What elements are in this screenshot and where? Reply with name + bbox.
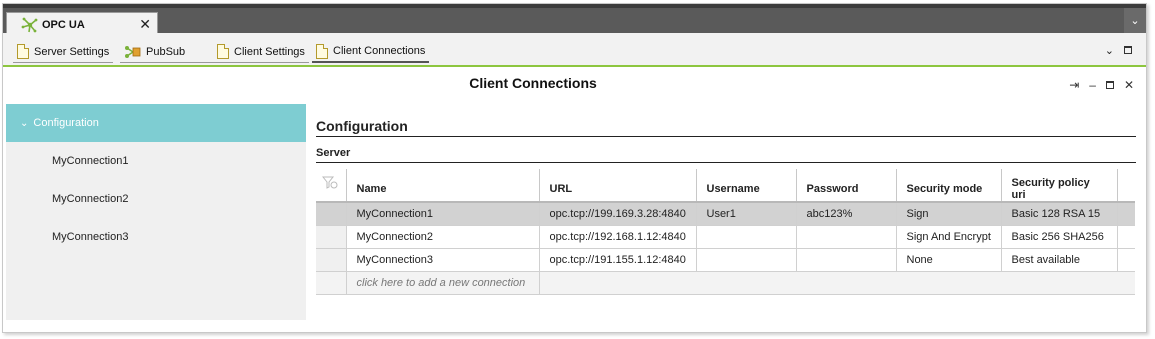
view-header: Client Connections ⇥ – ✕ — [3, 67, 1146, 97]
pin-icon[interactable]: ⇥ — [1069, 78, 1079, 92]
nav-item-myconnection3[interactable]: MyConnection3 — [6, 218, 306, 256]
subsection-title: Server — [316, 147, 1136, 163]
toolbar-item-label: Server Settings — [34, 45, 110, 58]
nav-item-configuration[interactable]: ⌄ Configuration — [6, 104, 306, 142]
cell-password[interactable]: abc123% — [795, 202, 896, 226]
table-row[interactable]: MyConnection2 opc.tcp://192.168.1.12:484… — [316, 225, 1135, 249]
window-frame: OPC UA ✕ ⌄ Server Settings PubSub Client… — [2, 3, 1147, 333]
navigation-tree: ⌄ Configuration MyConnection1 MyConnecti… — [6, 104, 306, 320]
document-icon — [316, 43, 328, 59]
cell-security-policy-uri[interactable]: Basic 256 SHA256 — [1000, 225, 1117, 249]
row-spacer — [1116, 248, 1135, 272]
column-header-security-policy-uri[interactable]: Security policy uri — [1000, 169, 1117, 203]
toolbar-server-settings[interactable]: Server Settings — [13, 41, 114, 63]
header-spacer — [1116, 169, 1135, 203]
cell-password[interactable] — [795, 225, 896, 249]
tab-label: OPC UA — [42, 19, 85, 31]
table-row[interactable]: MyConnection1 opc.tcp://199.169.3.28:484… — [316, 202, 1135, 226]
connections-table: Name URL Username Password Security mode… — [316, 169, 1135, 295]
cell-security-mode[interactable]: Sign — [895, 202, 1001, 226]
pubsub-icon — [125, 45, 141, 58]
row-spacer — [1116, 225, 1135, 249]
table-row[interactable]: MyConnection3 opc.tcp://191.155.1.12:484… — [316, 248, 1135, 272]
add-connection-placeholder[interactable]: click here to add a new connection — [345, 271, 539, 295]
document-icon — [17, 44, 29, 59]
toolbar-client-connections[interactable]: Client Connections — [312, 41, 430, 63]
tab-overflow-chevron-icon[interactable]: ⌄ — [1124, 8, 1146, 33]
table-header-row: Name URL Username Password Security mode… — [316, 169, 1135, 203]
chevron-down-icon[interactable]: ⌄ — [20, 118, 28, 129]
cell-url[interactable]: opc.tcp://199.169.3.28:4840 — [538, 202, 696, 226]
opc-ua-icon — [21, 17, 38, 33]
column-header-username[interactable]: Username — [695, 169, 796, 203]
toolbar-item-label: Client Connections — [333, 45, 426, 57]
cell-username[interactable] — [695, 225, 796, 249]
tab-bar: OPC UA ✕ ⌄ — [3, 4, 1146, 37]
row-selector — [316, 271, 346, 295]
row-spacer — [1116, 202, 1135, 226]
column-header-name[interactable]: Name — [345, 169, 539, 203]
column-header-password[interactable]: Password — [795, 169, 896, 203]
row-selector[interactable] — [316, 202, 346, 226]
section-title: Configuration — [316, 104, 1136, 137]
nav-item-myconnection1[interactable]: MyConnection1 — [6, 142, 306, 180]
cell-name[interactable]: MyConnection3 — [345, 248, 539, 272]
close-icon[interactable]: ✕ — [139, 17, 151, 31]
cell-name[interactable]: MyConnection1 — [345, 202, 539, 226]
cell-security-policy-uri[interactable]: Basic 128 RSA 15 — [1000, 202, 1117, 226]
cell-username[interactable] — [695, 248, 796, 272]
nav-item-label: Configuration — [33, 117, 99, 129]
cell-url[interactable]: opc.tcp://192.168.1.12:4840 — [538, 225, 696, 249]
view-controls: ⇥ – ✕ — [1069, 78, 1134, 92]
main-panel: Configuration Server Name URL Username P… — [316, 104, 1136, 295]
add-row-filler — [538, 271, 1135, 295]
cell-username[interactable]: User1 — [695, 202, 796, 226]
toolbar-item-label: Client Settings — [234, 45, 305, 58]
filter-column[interactable] — [316, 169, 346, 203]
cell-security-policy-uri[interactable]: Best available — [1000, 248, 1117, 272]
cell-name[interactable]: MyConnection2 — [345, 225, 539, 249]
cell-password[interactable] — [795, 248, 896, 272]
column-header-url[interactable]: URL — [538, 169, 696, 203]
row-selector[interactable] — [316, 248, 346, 272]
cell-security-mode[interactable]: None — [895, 248, 1001, 272]
toolbar: Server Settings PubSub Client Settings C… — [3, 33, 1146, 67]
filter-icon — [322, 176, 338, 189]
column-header-security-mode[interactable]: Security mode — [895, 169, 1001, 203]
chevron-down-icon[interactable]: ⌄ — [1105, 44, 1114, 57]
toolbar-item-label: PubSub — [146, 45, 186, 58]
close-icon[interactable]: ✕ — [1124, 78, 1134, 92]
toolbar-pubsub[interactable]: PubSub — [120, 41, 228, 63]
view-title: Client Connections — [469, 75, 597, 91]
row-selector[interactable] — [316, 225, 346, 249]
toolbar-controls: ⌄ — [1105, 44, 1132, 57]
cell-url[interactable]: opc.tcp://191.155.1.12:4840 — [538, 248, 696, 272]
minimize-icon[interactable]: – — [1089, 78, 1096, 92]
nav-item-myconnection2[interactable]: MyConnection2 — [6, 180, 306, 218]
maximize-icon[interactable] — [1105, 81, 1114, 89]
document-icon — [217, 44, 229, 59]
cell-security-mode[interactable]: Sign And Encrypt — [895, 225, 1001, 249]
add-connection-row[interactable]: click here to add a new connection — [316, 271, 1135, 295]
toolbar-client-settings[interactable]: Client Settings — [213, 41, 309, 63]
maximize-icon[interactable] — [1124, 46, 1132, 54]
